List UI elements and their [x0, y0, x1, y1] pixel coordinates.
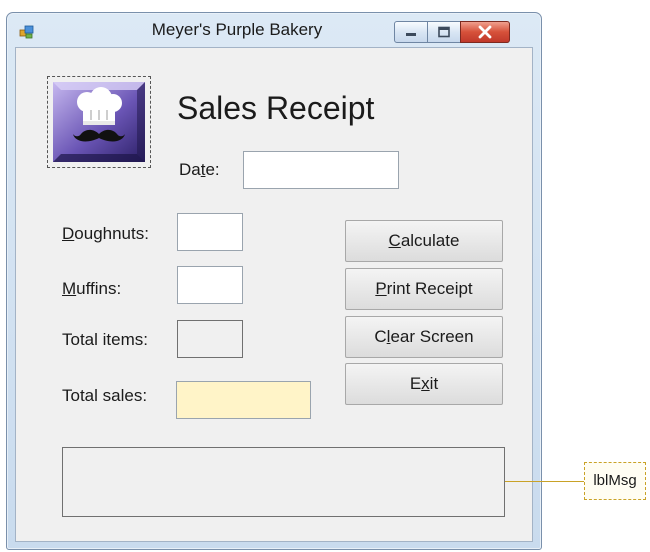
doughnuts-label: Doughnuts:	[62, 224, 149, 243]
maximize-icon	[438, 26, 450, 38]
muffins-label: Muffins:	[62, 279, 122, 298]
callout-leader-line	[505, 481, 585, 482]
chef-hat-mustache-icon	[53, 82, 145, 162]
exit-accelerator: x	[421, 374, 430, 393]
exit-button[interactable]: Exit	[345, 363, 503, 405]
minimize-icon	[406, 33, 416, 36]
date-label: Date:	[179, 160, 220, 179]
total-sales-label: Total sales:	[62, 386, 148, 405]
title-bar[interactable]: Meyer's Purple Bakery	[7, 13, 541, 47]
minimize-button[interactable]	[394, 21, 428, 43]
logo-picture-box	[47, 76, 151, 168]
close-icon	[478, 25, 492, 39]
message-label	[62, 447, 505, 517]
doughnuts-accelerator: D	[62, 224, 75, 243]
total-items-output	[177, 320, 243, 358]
total-sales-output	[176, 381, 311, 419]
muffins-accelerator: M	[62, 279, 77, 298]
date-field[interactable]	[243, 151, 399, 189]
close-button[interactable]	[460, 21, 510, 43]
calculate-accelerator: C	[388, 231, 401, 250]
clear-screen-button[interactable]: Clear Screen	[345, 316, 503, 358]
maximize-button[interactable]	[427, 21, 461, 43]
callout-label: lblMsg	[584, 462, 646, 500]
muffins-field[interactable]	[177, 266, 243, 304]
calculate-button[interactable]: Calculate	[345, 220, 503, 262]
print-receipt-button[interactable]: Print Receipt	[345, 268, 503, 310]
total-items-label: Total items:	[62, 330, 148, 349]
doughnuts-field[interactable]	[177, 213, 243, 251]
page-title: Sales Receipt	[177, 90, 375, 126]
print-accelerator: P	[375, 279, 387, 298]
